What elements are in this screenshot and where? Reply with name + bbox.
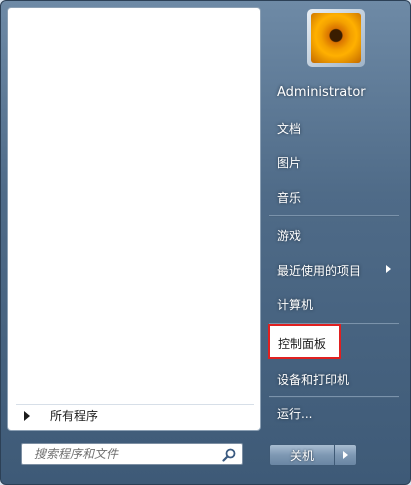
run-item[interactable]: 运行... bbox=[271, 400, 401, 426]
start-menu: 所有程序 Administrator 文档 图片 音乐 游戏 最近使用的项目 计… bbox=[0, 0, 411, 485]
search-input[interactable] bbox=[32, 446, 216, 462]
chevron-right-icon bbox=[386, 265, 391, 273]
shutdown-options-button[interactable] bbox=[335, 444, 357, 466]
devices-printers-item[interactable]: 设备和打印机 bbox=[271, 366, 401, 392]
music-label: 音乐 bbox=[277, 190, 302, 205]
programs-panel: 所有程序 bbox=[7, 7, 261, 431]
flower-avatar-image bbox=[311, 13, 361, 63]
games-item[interactable]: 游戏 bbox=[271, 222, 401, 248]
user-avatar[interactable] bbox=[307, 9, 365, 67]
triangle-right-icon bbox=[343, 451, 348, 459]
search-box[interactable] bbox=[21, 443, 243, 465]
documents-label: 文档 bbox=[277, 121, 302, 136]
pictures-item[interactable]: 图片 bbox=[271, 149, 401, 175]
games-label: 游戏 bbox=[277, 228, 302, 243]
control-panel-item[interactable]: 控制面板 bbox=[268, 324, 341, 359]
computer-item[interactable]: 计算机 bbox=[271, 291, 401, 317]
computer-label: 计算机 bbox=[277, 297, 314, 312]
user-name-item[interactable]: Administrator bbox=[271, 79, 401, 105]
devices-printers-label: 设备和打印机 bbox=[277, 372, 350, 387]
shutdown-button[interactable]: 关机 bbox=[269, 444, 335, 466]
triangle-right-icon bbox=[24, 410, 30, 421]
control-panel-label: 控制面板 bbox=[278, 337, 327, 351]
recent-items-item[interactable]: 最近使用的项目 bbox=[271, 257, 401, 283]
recent-items-label: 最近使用的项目 bbox=[277, 263, 362, 278]
pictures-label: 图片 bbox=[277, 155, 302, 170]
run-label: 运行... bbox=[277, 406, 313, 421]
shutdown-label: 关机 bbox=[289, 448, 314, 463]
search-icon[interactable] bbox=[222, 448, 236, 462]
documents-item[interactable]: 文档 bbox=[271, 115, 401, 141]
separator bbox=[269, 215, 399, 217]
separator bbox=[269, 396, 399, 398]
all-programs-item[interactable]: 所有程序 bbox=[16, 404, 254, 426]
user-name-label: Administrator bbox=[277, 84, 366, 100]
music-item[interactable]: 音乐 bbox=[271, 184, 401, 210]
all-programs-label: 所有程序 bbox=[50, 409, 99, 423]
